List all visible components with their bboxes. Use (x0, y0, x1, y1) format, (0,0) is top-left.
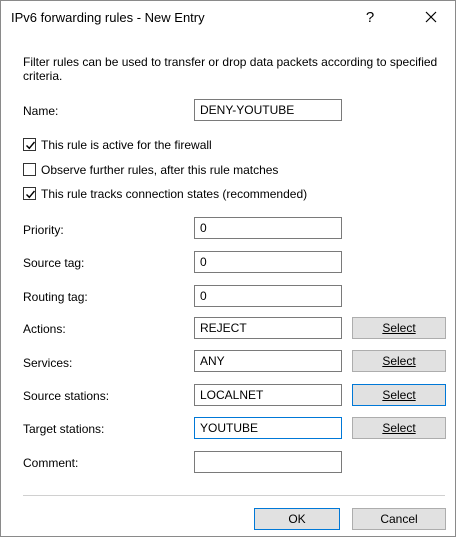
comment-label: Comment: (23, 456, 79, 470)
services-label: Services: (23, 356, 73, 370)
services-select-button[interactable]: Select (352, 350, 446, 372)
window-title: IPv6 forwarding rules - New Entry (11, 10, 205, 25)
actions-label: Actions: (23, 322, 66, 336)
ipv6-forwarding-rule-dialog: IPv6 forwarding rules - New Entry ? Filt… (0, 0, 456, 537)
name-field[interactable] (194, 99, 342, 121)
services-field[interactable] (194, 350, 342, 372)
source-tag-field[interactable] (194, 251, 342, 273)
checkbox-box[interactable] (23, 138, 36, 151)
actions-select-button[interactable]: Select (352, 317, 446, 339)
description-text: Filter rules can be used to transfer or … (23, 55, 438, 83)
actions-field[interactable] (194, 317, 342, 339)
checkbox-label: Observe further rules, after this rule m… (41, 163, 279, 177)
target-stations-field[interactable] (194, 417, 342, 439)
source-stations-select-button[interactable]: Select (352, 384, 446, 406)
source-stations-label: Source stations: (23, 389, 110, 403)
checkbox-box[interactable] (23, 163, 36, 176)
close-button[interactable] (409, 1, 455, 34)
checkbox-label: This rule tracks connection states (reco… (41, 187, 308, 201)
checkmark-icon (26, 190, 36, 199)
button-label: Select (382, 421, 416, 435)
close-icon (425, 11, 437, 23)
checkmark-icon (26, 141, 36, 150)
help-button[interactable]: ? (347, 1, 393, 34)
cancel-button[interactable]: Cancel (352, 508, 446, 530)
target-stations-label: Target stations: (23, 422, 105, 436)
comment-field[interactable] (194, 451, 342, 473)
button-label: Select (382, 321, 416, 335)
checkbox-label: This rule is active for the firewall (41, 138, 212, 152)
name-label: Name: (23, 104, 59, 118)
routing-tag-label: Routing tag: (23, 290, 88, 304)
priority-field[interactable] (194, 217, 342, 239)
title-bar[interactable]: IPv6 forwarding rules - New Entry ? (1, 1, 455, 34)
button-label: Select (382, 388, 416, 402)
target-stations-select-button[interactable]: Select (352, 417, 446, 439)
source-tag-label: Source tag: (23, 256, 85, 270)
footer-divider (23, 495, 445, 496)
checkbox-box[interactable] (23, 187, 36, 200)
ok-button[interactable]: OK (254, 508, 340, 530)
source-stations-field[interactable] (194, 384, 342, 406)
button-label: Select (382, 354, 416, 368)
priority-label: Priority: (23, 223, 64, 237)
routing-tag-field[interactable] (194, 285, 342, 307)
